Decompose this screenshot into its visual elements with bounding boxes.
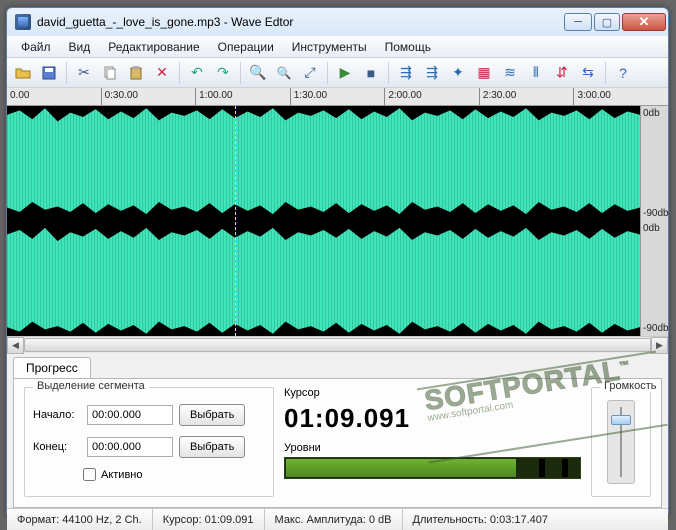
zoom-out-icon[interactable]: 🔍 xyxy=(272,61,296,85)
level-meter xyxy=(284,457,581,479)
status-format: 44100 Hz, 2 Ch. xyxy=(62,514,142,526)
tab-body: Выделение сегмента Начало: Выбрать Конец… xyxy=(13,378,662,508)
effect4-icon[interactable]: ▦ xyxy=(472,61,496,85)
active-checkbox[interactable] xyxy=(83,468,96,481)
menu-help[interactable]: Помощь xyxy=(377,38,439,56)
volume-thumb[interactable] xyxy=(611,415,631,425)
ruler-tick: 2:30.00 xyxy=(479,88,574,105)
open-icon[interactable] xyxy=(11,61,35,85)
menubar: Файл Вид Редактирование Операции Инструм… xyxy=(7,36,668,58)
effect5-icon[interactable]: ≋ xyxy=(498,61,522,85)
tab-progress[interactable]: Прогресс xyxy=(13,357,91,378)
segment-group-label: Выделение сегмента xyxy=(33,380,149,392)
active-label: Активно xyxy=(101,469,143,481)
segment-group: Выделение сегмента Начало: Выбрать Конец… xyxy=(24,387,274,497)
effect7-icon[interactable]: ⇵ xyxy=(550,61,574,85)
paste-icon[interactable] xyxy=(124,61,148,85)
horizontal-scrollbar[interactable]: ◀ ▶ xyxy=(7,336,668,353)
menu-operations[interactable]: Операции xyxy=(210,38,282,56)
effect2-icon[interactable]: ⇶ xyxy=(420,61,444,85)
scroll-thumb[interactable] xyxy=(24,338,651,352)
volume-group: Громкость xyxy=(591,387,651,497)
effect3-icon[interactable]: ✦ xyxy=(446,61,470,85)
playback-cursor[interactable] xyxy=(235,106,236,336)
levels-label: Уровни xyxy=(284,442,581,454)
status-cursor: 01:09.091 xyxy=(205,514,254,526)
window-title: david_guetta_-_love_is_gone.mp3 - Wave E… xyxy=(37,15,564,29)
toolbar: ✂ ✕ ↶ ↷ 🔍 🔍 ⤢ ▶ ■ ⇶ ⇶ ✦ ▦ ≋ ⫴ ⇵ ⇆ ? xyxy=(7,58,668,88)
play-icon[interactable]: ▶ xyxy=(333,61,357,85)
menu-file[interactable]: Файл xyxy=(13,38,59,56)
menu-tools[interactable]: Инструменты xyxy=(284,38,375,56)
help-icon[interactable]: ? xyxy=(611,61,635,85)
menu-edit[interactable]: Редактирование xyxy=(100,38,207,56)
app-icon xyxy=(15,14,31,30)
titlebar[interactable]: david_guetta_-_love_is_gone.mp3 - Wave E… xyxy=(7,8,668,36)
scroll-right-icon[interactable]: ▶ xyxy=(651,337,668,354)
delete-icon[interactable]: ✕ xyxy=(150,61,174,85)
start-input[interactable] xyxy=(87,405,173,425)
zoom-fit-icon[interactable]: ⤢ xyxy=(298,61,322,85)
menu-view[interactable]: Вид xyxy=(61,38,99,56)
start-label: Начало: xyxy=(33,409,81,421)
cursor-group: Курсор 01:09.091 Уровни xyxy=(284,387,581,497)
select-end-button[interactable]: Выбрать xyxy=(179,436,245,458)
ruler-tick: 1:00.00 xyxy=(195,88,290,105)
redo-icon[interactable]: ↷ xyxy=(211,61,235,85)
copy-icon[interactable] xyxy=(98,61,122,85)
stop-icon[interactable]: ■ xyxy=(359,61,383,85)
cut-icon[interactable]: ✂ xyxy=(72,61,96,85)
ruler-tick: 3:00.00 xyxy=(573,88,668,105)
cursor-time: 01:09.091 xyxy=(284,403,581,434)
app-window: david_guetta_-_love_is_gone.mp3 - Wave E… xyxy=(6,7,669,518)
time-ruler[interactable]: 0.00 0:30.00 1:00.00 1:30.00 2:00.00 2:3… xyxy=(7,88,668,106)
save-icon[interactable] xyxy=(37,61,61,85)
volume-label: Громкость xyxy=(600,380,660,392)
maximize-button[interactable]: ▢ xyxy=(594,13,620,31)
cursor-label: Курсор xyxy=(284,387,581,399)
statusbar: Формат: 44100 Hz, 2 Ch. Курсор: 01:09.09… xyxy=(7,508,668,530)
select-start-button[interactable]: Выбрать xyxy=(179,404,245,426)
status-duration: 0:03:17.407 xyxy=(490,514,548,526)
end-label: Конец: xyxy=(33,441,81,453)
volume-slider[interactable] xyxy=(607,400,635,484)
ruler-tick: 0.00 xyxy=(7,88,101,105)
ruler-tick: 2:00.00 xyxy=(384,88,479,105)
ruler-tick: 1:30.00 xyxy=(290,88,385,105)
waveform-area[interactable]: 0db -90db 0db -90db xyxy=(7,106,668,336)
close-button[interactable]: ✕ xyxy=(622,13,666,31)
effect8-icon[interactable]: ⇆ xyxy=(576,61,600,85)
end-input[interactable] xyxy=(87,437,173,457)
undo-icon[interactable]: ↶ xyxy=(185,61,209,85)
scroll-left-icon[interactable]: ◀ xyxy=(7,337,24,354)
status-amplitude: 0 dB xyxy=(369,514,392,526)
zoom-in-icon[interactable]: 🔍 xyxy=(246,61,270,85)
minimize-button[interactable]: ─ xyxy=(564,13,592,31)
effect6-icon[interactable]: ⫴ xyxy=(524,61,548,85)
ruler-tick: 0:30.00 xyxy=(101,88,196,105)
db-scale: 0db -90db 0db -90db xyxy=(640,106,668,336)
effect1-icon[interactable]: ⇶ xyxy=(394,61,418,85)
